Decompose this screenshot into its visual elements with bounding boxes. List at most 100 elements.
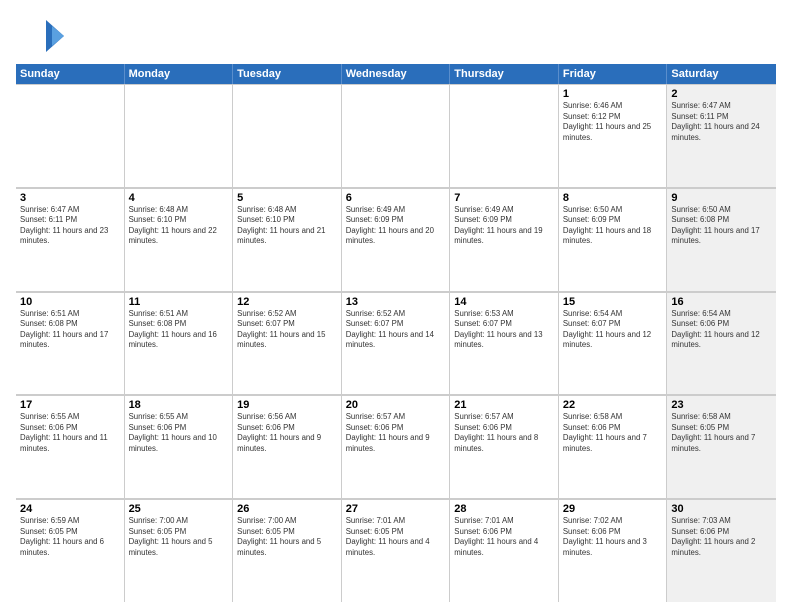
calendar-cell: 27Sunrise: 7:01 AM Sunset: 6:05 PM Dayli… — [342, 499, 451, 602]
calendar-cell: 15Sunrise: 6:54 AM Sunset: 6:07 PM Dayli… — [559, 292, 668, 395]
day-info: Sunrise: 7:03 AM Sunset: 6:06 PM Dayligh… — [671, 516, 772, 558]
calendar-cell: 7Sunrise: 6:49 AM Sunset: 6:09 PM Daylig… — [450, 188, 559, 291]
weekday-header: Wednesday — [342, 64, 451, 84]
day-number: 9 — [671, 192, 772, 204]
calendar-cell: 18Sunrise: 6:55 AM Sunset: 6:06 PM Dayli… — [125, 395, 234, 498]
day-info: Sunrise: 6:51 AM Sunset: 6:08 PM Dayligh… — [20, 309, 120, 351]
calendar-cell — [125, 84, 234, 187]
calendar-row: 10Sunrise: 6:51 AM Sunset: 6:08 PM Dayli… — [16, 292, 776, 396]
calendar-cell: 12Sunrise: 6:52 AM Sunset: 6:07 PM Dayli… — [233, 292, 342, 395]
day-number: 2 — [671, 88, 772, 100]
calendar-cell: 23Sunrise: 6:58 AM Sunset: 6:05 PM Dayli… — [667, 395, 776, 498]
day-number: 4 — [129, 192, 229, 204]
day-number: 8 — [563, 192, 663, 204]
day-info: Sunrise: 6:52 AM Sunset: 6:07 PM Dayligh… — [237, 309, 337, 351]
calendar-cell: 24Sunrise: 6:59 AM Sunset: 6:05 PM Dayli… — [16, 499, 125, 602]
day-info: Sunrise: 6:55 AM Sunset: 6:06 PM Dayligh… — [129, 412, 229, 454]
day-info: Sunrise: 6:49 AM Sunset: 6:09 PM Dayligh… — [346, 205, 446, 247]
day-number: 15 — [563, 296, 663, 308]
calendar-cell — [16, 84, 125, 187]
day-number: 7 — [454, 192, 554, 204]
day-info: Sunrise: 6:50 AM Sunset: 6:08 PM Dayligh… — [671, 205, 772, 247]
day-info: Sunrise: 6:54 AM Sunset: 6:06 PM Dayligh… — [671, 309, 772, 351]
calendar-cell: 30Sunrise: 7:03 AM Sunset: 6:06 PM Dayli… — [667, 499, 776, 602]
day-info: Sunrise: 6:55 AM Sunset: 6:06 PM Dayligh… — [20, 412, 120, 454]
weekday-header: Saturday — [667, 64, 776, 84]
calendar-cell: 11Sunrise: 6:51 AM Sunset: 6:08 PM Dayli… — [125, 292, 234, 395]
calendar-cell — [450, 84, 559, 187]
day-info: Sunrise: 6:54 AM Sunset: 6:07 PM Dayligh… — [563, 309, 663, 351]
calendar-cell: 17Sunrise: 6:55 AM Sunset: 6:06 PM Dayli… — [16, 395, 125, 498]
weekday-header: Friday — [559, 64, 668, 84]
day-info: Sunrise: 7:01 AM Sunset: 6:05 PM Dayligh… — [346, 516, 446, 558]
calendar-cell: 25Sunrise: 7:00 AM Sunset: 6:05 PM Dayli… — [125, 499, 234, 602]
calendar-cell: 8Sunrise: 6:50 AM Sunset: 6:09 PM Daylig… — [559, 188, 668, 291]
day-number: 18 — [129, 399, 229, 411]
weekday-header: Tuesday — [233, 64, 342, 84]
calendar-cell: 6Sunrise: 6:49 AM Sunset: 6:09 PM Daylig… — [342, 188, 451, 291]
day-number: 6 — [346, 192, 446, 204]
day-number: 16 — [671, 296, 772, 308]
calendar-cell: 5Sunrise: 6:48 AM Sunset: 6:10 PM Daylig… — [233, 188, 342, 291]
calendar-cell: 4Sunrise: 6:48 AM Sunset: 6:10 PM Daylig… — [125, 188, 234, 291]
page: SundayMondayTuesdayWednesdayThursdayFrid… — [0, 0, 792, 612]
day-info: Sunrise: 6:50 AM Sunset: 6:09 PM Dayligh… — [563, 205, 663, 247]
day-info: Sunrise: 6:56 AM Sunset: 6:06 PM Dayligh… — [237, 412, 337, 454]
logo-icon — [16, 16, 64, 56]
day-number: 24 — [20, 503, 120, 515]
day-info: Sunrise: 7:02 AM Sunset: 6:06 PM Dayligh… — [563, 516, 663, 558]
calendar-cell: 10Sunrise: 6:51 AM Sunset: 6:08 PM Dayli… — [16, 292, 125, 395]
calendar-cell — [342, 84, 451, 187]
day-number: 12 — [237, 296, 337, 308]
day-number: 23 — [671, 399, 772, 411]
day-number: 21 — [454, 399, 554, 411]
weekday-header: Sunday — [16, 64, 125, 84]
calendar-cell: 9Sunrise: 6:50 AM Sunset: 6:08 PM Daylig… — [667, 188, 776, 291]
day-number: 20 — [346, 399, 446, 411]
calendar-cell: 28Sunrise: 7:01 AM Sunset: 6:06 PM Dayli… — [450, 499, 559, 602]
day-info: Sunrise: 6:46 AM Sunset: 6:12 PM Dayligh… — [563, 101, 663, 143]
calendar-cell: 14Sunrise: 6:53 AM Sunset: 6:07 PM Dayli… — [450, 292, 559, 395]
day-info: Sunrise: 6:48 AM Sunset: 6:10 PM Dayligh… — [237, 205, 337, 247]
day-info: Sunrise: 7:00 AM Sunset: 6:05 PM Dayligh… — [129, 516, 229, 558]
calendar-row: 17Sunrise: 6:55 AM Sunset: 6:06 PM Dayli… — [16, 395, 776, 499]
calendar: SundayMondayTuesdayWednesdayThursdayFrid… — [16, 64, 776, 602]
day-info: Sunrise: 7:01 AM Sunset: 6:06 PM Dayligh… — [454, 516, 554, 558]
day-info: Sunrise: 6:47 AM Sunset: 6:11 PM Dayligh… — [671, 101, 772, 143]
day-number: 1 — [563, 88, 663, 100]
calendar-cell: 29Sunrise: 7:02 AM Sunset: 6:06 PM Dayli… — [559, 499, 668, 602]
day-info: Sunrise: 7:00 AM Sunset: 6:05 PM Dayligh… — [237, 516, 337, 558]
calendar-header: SundayMondayTuesdayWednesdayThursdayFrid… — [16, 64, 776, 84]
calendar-row: 1Sunrise: 6:46 AM Sunset: 6:12 PM Daylig… — [16, 84, 776, 188]
calendar-cell: 22Sunrise: 6:58 AM Sunset: 6:06 PM Dayli… — [559, 395, 668, 498]
calendar-cell: 21Sunrise: 6:57 AM Sunset: 6:06 PM Dayli… — [450, 395, 559, 498]
day-number: 28 — [454, 503, 554, 515]
day-number: 27 — [346, 503, 446, 515]
calendar-cell: 1Sunrise: 6:46 AM Sunset: 6:12 PM Daylig… — [559, 84, 668, 187]
calendar-row: 3Sunrise: 6:47 AM Sunset: 6:11 PM Daylig… — [16, 188, 776, 292]
calendar-cell — [233, 84, 342, 187]
day-number: 17 — [20, 399, 120, 411]
day-info: Sunrise: 6:49 AM Sunset: 6:09 PM Dayligh… — [454, 205, 554, 247]
weekday-header: Thursday — [450, 64, 559, 84]
day-info: Sunrise: 6:57 AM Sunset: 6:06 PM Dayligh… — [346, 412, 446, 454]
calendar-cell: 26Sunrise: 7:00 AM Sunset: 6:05 PM Dayli… — [233, 499, 342, 602]
calendar-cell: 20Sunrise: 6:57 AM Sunset: 6:06 PM Dayli… — [342, 395, 451, 498]
day-number: 22 — [563, 399, 663, 411]
calendar-row: 24Sunrise: 6:59 AM Sunset: 6:05 PM Dayli… — [16, 499, 776, 602]
day-info: Sunrise: 6:59 AM Sunset: 6:05 PM Dayligh… — [20, 516, 120, 558]
logo — [16, 16, 64, 56]
day-info: Sunrise: 6:57 AM Sunset: 6:06 PM Dayligh… — [454, 412, 554, 454]
day-number: 19 — [237, 399, 337, 411]
day-info: Sunrise: 6:52 AM Sunset: 6:07 PM Dayligh… — [346, 309, 446, 351]
day-info: Sunrise: 6:47 AM Sunset: 6:11 PM Dayligh… — [20, 205, 120, 247]
weekday-header: Monday — [125, 64, 234, 84]
day-number: 3 — [20, 192, 120, 204]
calendar-cell: 13Sunrise: 6:52 AM Sunset: 6:07 PM Dayli… — [342, 292, 451, 395]
day-number: 30 — [671, 503, 772, 515]
calendar-cell: 2Sunrise: 6:47 AM Sunset: 6:11 PM Daylig… — [667, 84, 776, 187]
calendar-cell: 16Sunrise: 6:54 AM Sunset: 6:06 PM Dayli… — [667, 292, 776, 395]
day-info: Sunrise: 6:53 AM Sunset: 6:07 PM Dayligh… — [454, 309, 554, 351]
calendar-cell: 3Sunrise: 6:47 AM Sunset: 6:11 PM Daylig… — [16, 188, 125, 291]
day-number: 25 — [129, 503, 229, 515]
